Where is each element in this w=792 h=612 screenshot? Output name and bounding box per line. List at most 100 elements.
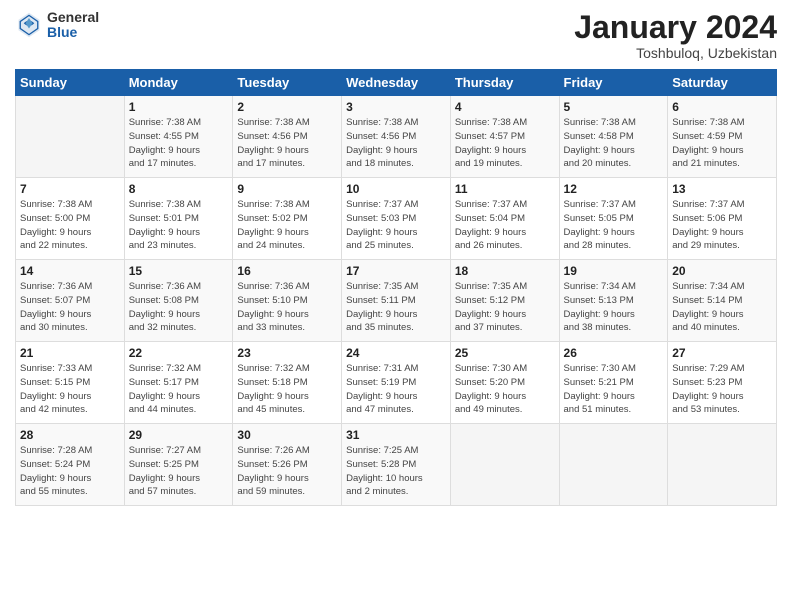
day-number: 30 bbox=[237, 428, 337, 442]
calendar-cell bbox=[559, 424, 668, 506]
calendar-cell bbox=[16, 96, 125, 178]
calendar-cell: 5Sunrise: 7:38 AM Sunset: 4:58 PM Daylig… bbox=[559, 96, 668, 178]
calendar-cell: 18 Sunrise: 7:35 AM Sunset: 5:12 PM Dayli… bbox=[450, 260, 559, 342]
week-row-3: 14Sunrise: 7:36 AM Sunset: 5:07 PM Dayli… bbox=[16, 260, 777, 342]
day-number: 23 bbox=[237, 346, 337, 360]
day-number: 2 bbox=[237, 100, 337, 114]
calendar-cell: 19 Sunrise: 7:34 AM Sunset: 5:13 PM Dayli… bbox=[559, 260, 668, 342]
day-number: 17 bbox=[346, 264, 446, 278]
calendar-cell: 21 Sunrise: 7:33 AM Sunset: 5:15 PM Dayli… bbox=[16, 342, 125, 424]
week-row-5: 28 Sunrise: 7:28 AM Sunset: 5:24 PM Dayli… bbox=[16, 424, 777, 506]
calendar-cell: 16 Sunrise: 7:36 AM Sunset: 5:10 PM Dayli… bbox=[233, 260, 342, 342]
col-wednesday: Wednesday bbox=[342, 70, 451, 96]
day-number: 14 bbox=[20, 264, 120, 278]
day-info: Sunrise: 7:26 AM Sunset: 5:26 PM Dayligh… bbox=[237, 444, 337, 499]
day-number: 3 bbox=[346, 100, 446, 114]
col-saturday: Saturday bbox=[668, 70, 777, 96]
day-number: 27 bbox=[672, 346, 772, 360]
calendar-cell: 1Sunrise: 7:38 AM Sunset: 4:55 PM Daylig… bbox=[124, 96, 233, 178]
calendar-cell: 23Sunrise: 7:32 AM Sunset: 5:18 PM Dayli… bbox=[233, 342, 342, 424]
calendar-cell: 22 Sunrise: 7:32 AM Sunset: 5:17 PM Dayli… bbox=[124, 342, 233, 424]
day-number: 21 bbox=[20, 346, 120, 360]
calendar-cell bbox=[668, 424, 777, 506]
day-info: Sunrise: 7:38 AM Sunset: 4:55 PM Dayligh… bbox=[129, 116, 229, 171]
day-info: Sunrise: 7:28 AM Sunset: 5:24 PM Dayligh… bbox=[20, 444, 120, 499]
day-info: Sunrise: 7:34 AM Sunset: 5:14 PM Dayligh… bbox=[672, 280, 772, 335]
day-info: Sunrise: 7:38 AM Sunset: 5:02 PM Dayligh… bbox=[237, 198, 337, 253]
calendar-cell: 3 Sunrise: 7:38 AM Sunset: 4:56 PM Daylig… bbox=[342, 96, 451, 178]
day-number: 16 bbox=[237, 264, 337, 278]
calendar-cell bbox=[450, 424, 559, 506]
day-info: Sunrise: 7:38 AM Sunset: 4:56 PM Dayligh… bbox=[237, 116, 337, 171]
day-number: 13 bbox=[672, 182, 772, 196]
col-friday: Friday bbox=[559, 70, 668, 96]
day-number: 18 bbox=[455, 264, 555, 278]
calendar-cell: 14Sunrise: 7:36 AM Sunset: 5:07 PM Dayli… bbox=[16, 260, 125, 342]
col-tuesday: Tuesday bbox=[233, 70, 342, 96]
calendar-cell: 31Sunrise: 7:25 AM Sunset: 5:28 PM Dayli… bbox=[342, 424, 451, 506]
day-number: 28 bbox=[20, 428, 120, 442]
day-number: 24 bbox=[346, 346, 446, 360]
day-number: 29 bbox=[129, 428, 229, 442]
col-monday: Monday bbox=[124, 70, 233, 96]
calendar-cell: 2 Sunrise: 7:38 AM Sunset: 4:56 PM Daylig… bbox=[233, 96, 342, 178]
col-thursday: Thursday bbox=[450, 70, 559, 96]
day-info: Sunrise: 7:30 AM Sunset: 5:21 PM Dayligh… bbox=[564, 362, 664, 417]
day-info: Sunrise: 7:33 AM Sunset: 5:15 PM Dayligh… bbox=[20, 362, 120, 417]
calendar-header: Sunday Monday Tuesday Wednesday Thursday… bbox=[16, 70, 777, 96]
day-number: 8 bbox=[129, 182, 229, 196]
calendar-cell: 7Sunrise: 7:38 AM Sunset: 5:00 PM Daylig… bbox=[16, 178, 125, 260]
day-info: Sunrise: 7:29 AM Sunset: 5:23 PM Dayligh… bbox=[672, 362, 772, 417]
calendar-body: 1Sunrise: 7:38 AM Sunset: 4:55 PM Daylig… bbox=[16, 96, 777, 506]
day-number: 5 bbox=[564, 100, 664, 114]
calendar-cell: 11 Sunrise: 7:37 AM Sunset: 5:04 PM Dayli… bbox=[450, 178, 559, 260]
calendar-cell: 13Sunrise: 7:37 AM Sunset: 5:06 PM Dayli… bbox=[668, 178, 777, 260]
day-number: 15 bbox=[129, 264, 229, 278]
calendar-cell: 30 Sunrise: 7:26 AM Sunset: 5:26 PM Dayli… bbox=[233, 424, 342, 506]
calendar-cell: 15Sunrise: 7:36 AM Sunset: 5:08 PM Dayli… bbox=[124, 260, 233, 342]
day-info: Sunrise: 7:37 AM Sunset: 5:04 PM Dayligh… bbox=[455, 198, 555, 253]
day-info: Sunrise: 7:35 AM Sunset: 5:12 PM Dayligh… bbox=[455, 280, 555, 335]
day-info: Sunrise: 7:27 AM Sunset: 5:25 PM Dayligh… bbox=[129, 444, 229, 499]
day-number: 9 bbox=[237, 182, 337, 196]
calendar-cell: 4 Sunrise: 7:38 AM Sunset: 4:57 PM Daylig… bbox=[450, 96, 559, 178]
day-info: Sunrise: 7:36 AM Sunset: 5:10 PM Dayligh… bbox=[237, 280, 337, 335]
month-title: January 2024 bbox=[574, 10, 777, 45]
day-info: Sunrise: 7:34 AM Sunset: 5:13 PM Dayligh… bbox=[564, 280, 664, 335]
logo-text: General Blue bbox=[47, 10, 99, 41]
day-number: 6 bbox=[672, 100, 772, 114]
calendar-cell: 12Sunrise: 7:37 AM Sunset: 5:05 PM Dayli… bbox=[559, 178, 668, 260]
day-number: 26 bbox=[564, 346, 664, 360]
col-sunday: Sunday bbox=[16, 70, 125, 96]
calendar-cell: 29 Sunrise: 7:27 AM Sunset: 5:25 PM Dayli… bbox=[124, 424, 233, 506]
day-info: Sunrise: 7:38 AM Sunset: 4:56 PM Dayligh… bbox=[346, 116, 446, 171]
logo: General Blue bbox=[15, 10, 99, 41]
day-number: 22 bbox=[129, 346, 229, 360]
header: General Blue January 2024 Toshbuloq, Uzb… bbox=[15, 10, 777, 61]
page: General Blue January 2024 Toshbuloq, Uzb… bbox=[0, 0, 792, 612]
day-number: 19 bbox=[564, 264, 664, 278]
day-number: 4 bbox=[455, 100, 555, 114]
day-info: Sunrise: 7:38 AM Sunset: 4:57 PM Dayligh… bbox=[455, 116, 555, 171]
day-info: Sunrise: 7:38 AM Sunset: 4:59 PM Dayligh… bbox=[672, 116, 772, 171]
day-info: Sunrise: 7:38 AM Sunset: 5:00 PM Dayligh… bbox=[20, 198, 120, 253]
calendar-cell: 25Sunrise: 7:30 AM Sunset: 5:20 PM Dayli… bbox=[450, 342, 559, 424]
day-number: 20 bbox=[672, 264, 772, 278]
calendar-table: Sunday Monday Tuesday Wednesday Thursday… bbox=[15, 69, 777, 506]
day-info: Sunrise: 7:32 AM Sunset: 5:17 PM Dayligh… bbox=[129, 362, 229, 417]
day-info: Sunrise: 7:25 AM Sunset: 5:28 PM Dayligh… bbox=[346, 444, 446, 499]
logo-icon bbox=[15, 11, 43, 39]
day-info: Sunrise: 7:31 AM Sunset: 5:19 PM Dayligh… bbox=[346, 362, 446, 417]
day-number: 11 bbox=[455, 182, 555, 196]
calendar-cell: 24 Sunrise: 7:31 AM Sunset: 5:19 PM Dayli… bbox=[342, 342, 451, 424]
calendar-cell: 26 Sunrise: 7:30 AM Sunset: 5:21 PM Dayli… bbox=[559, 342, 668, 424]
calendar-cell: 8 Sunrise: 7:38 AM Sunset: 5:01 PM Daylig… bbox=[124, 178, 233, 260]
logo-general-text: General bbox=[47, 10, 99, 25]
week-row-4: 21 Sunrise: 7:33 AM Sunset: 5:15 PM Dayli… bbox=[16, 342, 777, 424]
day-info: Sunrise: 7:35 AM Sunset: 5:11 PM Dayligh… bbox=[346, 280, 446, 335]
calendar-cell: 9 Sunrise: 7:38 AM Sunset: 5:02 PM Daylig… bbox=[233, 178, 342, 260]
calendar-cell: 17 Sunrise: 7:35 AM Sunset: 5:11 PM Dayli… bbox=[342, 260, 451, 342]
logo-blue-text: Blue bbox=[47, 25, 99, 40]
day-info: Sunrise: 7:38 AM Sunset: 5:01 PM Dayligh… bbox=[129, 198, 229, 253]
location: Toshbuloq, Uzbekistan bbox=[574, 45, 777, 61]
